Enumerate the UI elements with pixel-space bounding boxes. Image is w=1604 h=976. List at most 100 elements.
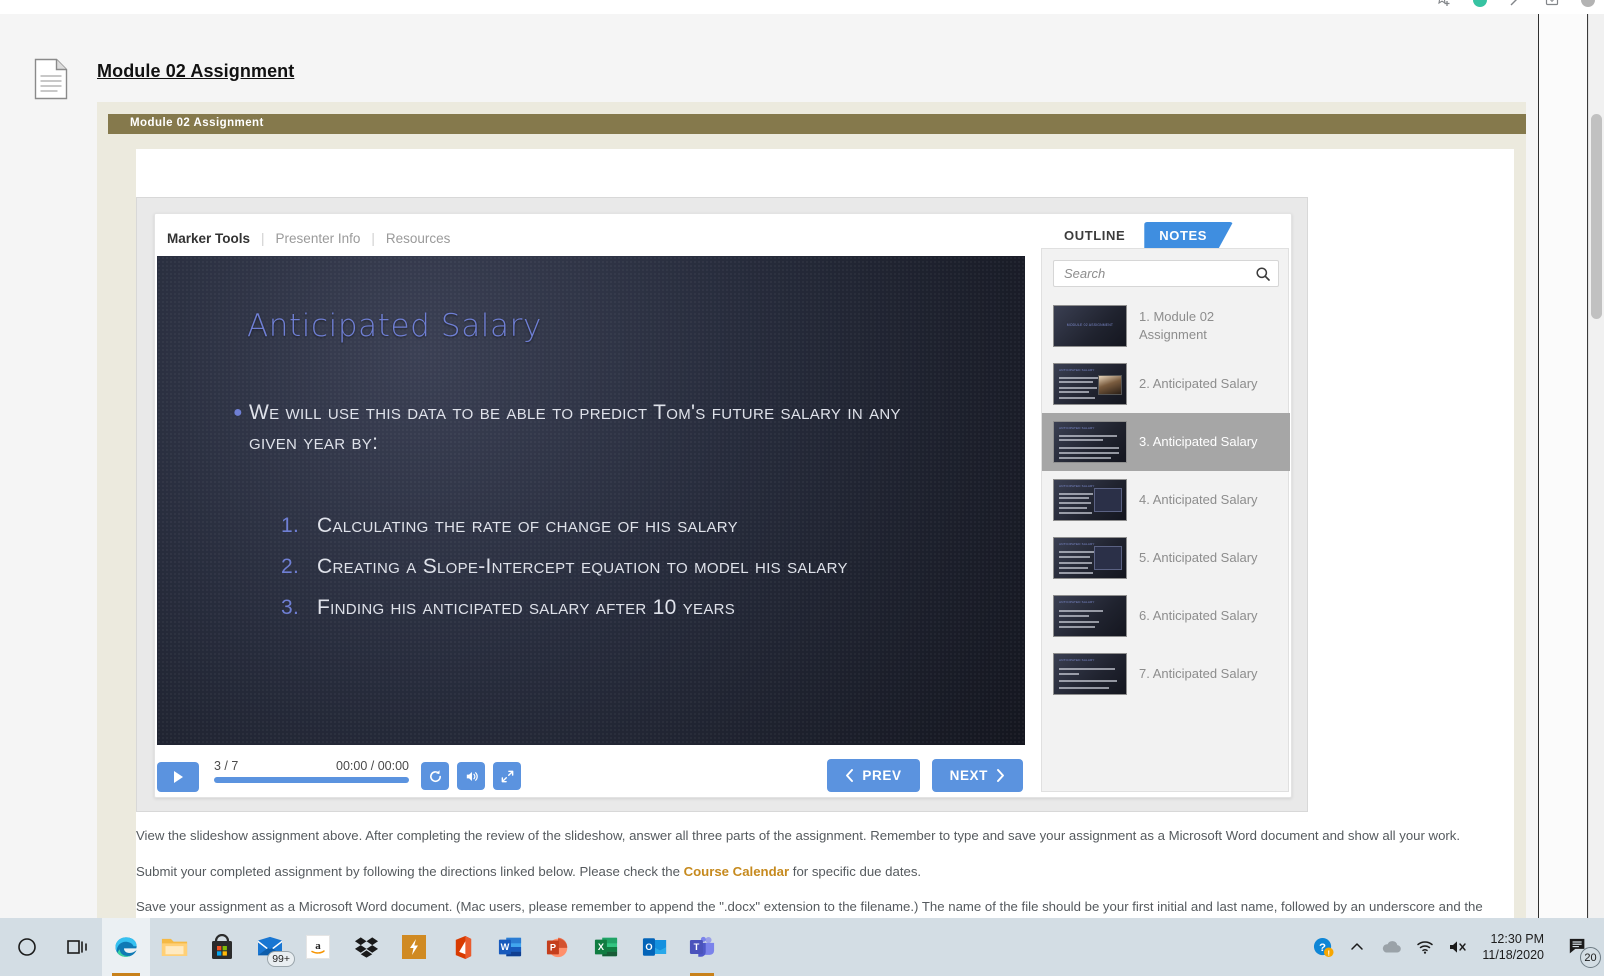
taskbar-app-excel[interactable]: X bbox=[582, 918, 630, 976]
outline-item-label: 1. Module 02 Assignment bbox=[1139, 309, 1215, 342]
menu-divider: | bbox=[371, 230, 375, 246]
taskbar-app-outlook[interactable]: O bbox=[630, 918, 678, 976]
slide-bullet-text: ● We will use this data to be able to pr… bbox=[233, 401, 901, 454]
help-warning-icon[interactable]: ? ! bbox=[1306, 918, 1340, 976]
outline-item-2[interactable]: ANTICIPATED SALARY 2. Anticipated Salary bbox=[1042, 355, 1290, 413]
player-inner: Marker Tools | Presenter Info | Resource… bbox=[154, 213, 1292, 798]
svg-text:a: a bbox=[315, 940, 321, 952]
prev-button-label: PREV bbox=[862, 768, 902, 783]
play-button[interactable] bbox=[157, 762, 199, 792]
assignment-banner-label: Module 02 Assignment bbox=[130, 117, 264, 129]
wifi-icon[interactable] bbox=[1408, 918, 1442, 976]
onedrive-cloud-icon[interactable] bbox=[1374, 918, 1408, 976]
slideshow-player: Marker Tools | Presenter Info | Resource… bbox=[136, 197, 1308, 812]
next-button-label: NEXT bbox=[949, 768, 988, 783]
mail-badge: 99+ bbox=[267, 951, 295, 967]
slide-navigation: PREV NEXT bbox=[827, 759, 1023, 792]
resources-menu[interactable]: Resources bbox=[386, 231, 451, 246]
slide-thumbnail: ANTICIPATED SALARY bbox=[1053, 421, 1127, 463]
taskbar-app-dropbox[interactable] bbox=[342, 918, 390, 976]
slide-numbered-list: 1. Calculating the rate of change of his… bbox=[281, 511, 901, 633]
outline-item-7[interactable]: ANTICIPATED SALARY 7. Anticipated Salary bbox=[1042, 645, 1290, 703]
microsoft-store-icon bbox=[212, 934, 232, 959]
instruction-paragraph-3: Save your assignment as a Microsoft Word… bbox=[136, 899, 1483, 915]
taskbar-app-office[interactable] bbox=[438, 918, 486, 976]
outline-item-1[interactable]: MODULE 02 ASSIGNMENT 1. Module 02 Assign… bbox=[1042, 297, 1290, 355]
svg-text:T: T bbox=[694, 942, 700, 952]
taskbar-app-powerpoint[interactable]: P bbox=[534, 918, 582, 976]
prev-button[interactable]: PREV bbox=[827, 759, 920, 792]
search-circle-icon bbox=[18, 938, 36, 956]
outline-item-4[interactable]: ANTICIPATED SALARY 4. Anticipated Salary bbox=[1042, 471, 1290, 529]
search-icon[interactable] bbox=[1255, 266, 1271, 282]
next-button[interactable]: NEXT bbox=[931, 759, 1023, 792]
marker-tools-menu[interactable]: Marker Tools bbox=[167, 231, 250, 246]
address-bar[interactable]: //learning.rasmussen.edu/d2l/le/courses/… bbox=[0, 0, 1345, 14]
extensions-icon[interactable] bbox=[1544, 0, 1560, 8]
fullscreen-button[interactable] bbox=[493, 762, 521, 790]
slide-list-item: 3. Finding his anticipated salary after … bbox=[281, 595, 736, 619]
page-title: Module 02 Assignment bbox=[97, 61, 295, 81]
course-calendar-link[interactable]: Course Calendar bbox=[684, 864, 790, 879]
notification-center-button[interactable]: 20 bbox=[1556, 918, 1601, 976]
thumbnail-photo bbox=[1098, 375, 1122, 395]
progress-bar[interactable] bbox=[214, 777, 409, 783]
svg-text:W: W bbox=[501, 942, 510, 952]
dropbox-icon bbox=[354, 937, 378, 958]
start-search-button[interactable] bbox=[0, 918, 54, 976]
tab-notes[interactable]: NOTES bbox=[1144, 222, 1234, 248]
avatar-icon[interactable] bbox=[1580, 0, 1596, 8]
bullet-dot-icon: ● bbox=[233, 404, 243, 421]
assignment-banner: Module 02 Assignment bbox=[108, 114, 1526, 134]
scrollbar-thumb[interactable] bbox=[1591, 114, 1602, 319]
outline-item-6[interactable]: ANTICIPATED SALARY 6. Anticipated Salary bbox=[1042, 587, 1290, 645]
chevron-up-icon[interactable] bbox=[1340, 918, 1374, 976]
instruction-paragraph-1: View the slideshow assignment above. Aft… bbox=[136, 828, 1461, 843]
volume-muted-icon[interactable] bbox=[1442, 918, 1476, 976]
page-scrollbar[interactable] bbox=[1588, 14, 1604, 918]
tab-outline[interactable]: OUTLINE bbox=[1049, 222, 1140, 248]
play-icon bbox=[173, 771, 183, 783]
replay-button[interactable] bbox=[421, 762, 449, 790]
slide-thumbnail: ANTICIPATED SALARY bbox=[1053, 653, 1127, 695]
slide-list-item: 2. Creating a Slope-Intercept equation t… bbox=[281, 554, 848, 578]
time-display: 00:00 / 00:00 bbox=[336, 759, 409, 773]
taskbar-app-word[interactable]: W bbox=[486, 918, 534, 976]
collections-icon[interactable] bbox=[1508, 0, 1524, 8]
progress-section: 3 / 7 00:00 / 00:00 bbox=[214, 759, 409, 783]
profile-status-icon[interactable] bbox=[1472, 0, 1488, 8]
taskbar-app-lastpass[interactable] bbox=[390, 918, 438, 976]
slide-thumbnail: ANTICIPATED SALARY bbox=[1053, 595, 1127, 637]
search-input[interactable] bbox=[1064, 261, 1244, 286]
task-view-icon bbox=[67, 940, 87, 954]
outline-item-3[interactable]: ANTICIPATED SALARY 3. Anticipated Salary bbox=[1042, 413, 1290, 471]
taskbar-app-file-explorer[interactable] bbox=[150, 918, 198, 976]
clock[interactable]: 12:30 PM 11/18/2020 bbox=[1476, 918, 1556, 976]
document-icon bbox=[34, 58, 68, 100]
thumbnail-equation-box bbox=[1094, 488, 1122, 512]
star-add-icon[interactable] bbox=[1436, 0, 1452, 8]
menu-divider: | bbox=[261, 230, 265, 246]
taskbar-app-mail[interactable]: 99+ bbox=[246, 918, 295, 976]
presenter-info-menu[interactable]: Presenter Info bbox=[276, 231, 361, 246]
taskbar-app-amazon[interactable]: a bbox=[294, 918, 342, 976]
outline-item-label: 3. Anticipated Salary bbox=[1139, 434, 1258, 450]
volume-button[interactable] bbox=[457, 762, 485, 790]
assignment-panel: Module 02 Assignment Marker Tools | Pres… bbox=[97, 102, 1526, 918]
volume-icon bbox=[466, 771, 478, 781]
svg-text:O: O bbox=[645, 942, 652, 952]
file-explorer-icon bbox=[161, 938, 187, 956]
outline-item-label: 5. Anticipated Salary bbox=[1139, 550, 1258, 566]
taskbar-app-microsoft-store[interactable] bbox=[198, 918, 246, 976]
taskbar-app-teams[interactable]: T bbox=[678, 918, 726, 976]
outline-slide-list[interactable]: MODULE 02 ASSIGNMENT 1. Module 02 Assign… bbox=[1042, 297, 1290, 787]
slide-canvas[interactable]: Anticipated Salary ● We will use this da… bbox=[157, 256, 1025, 745]
slide-thumbnail: ANTICIPATED SALARY bbox=[1053, 537, 1127, 579]
outline-panel: OUTLINE NOTES Search MODULE 02 ASSIGNMEN… bbox=[1041, 222, 1290, 792]
task-view-button[interactable] bbox=[54, 918, 102, 976]
search-box bbox=[1053, 260, 1279, 287]
taskbar-app-edge[interactable] bbox=[102, 918, 150, 976]
content-frame: Module 02 Assignment Module 02 Assignmen… bbox=[0, 14, 1539, 918]
outlook-icon: O bbox=[642, 938, 666, 956]
outline-item-5[interactable]: ANTICIPATED SALARY 5. Anticipated Salary bbox=[1042, 529, 1290, 587]
